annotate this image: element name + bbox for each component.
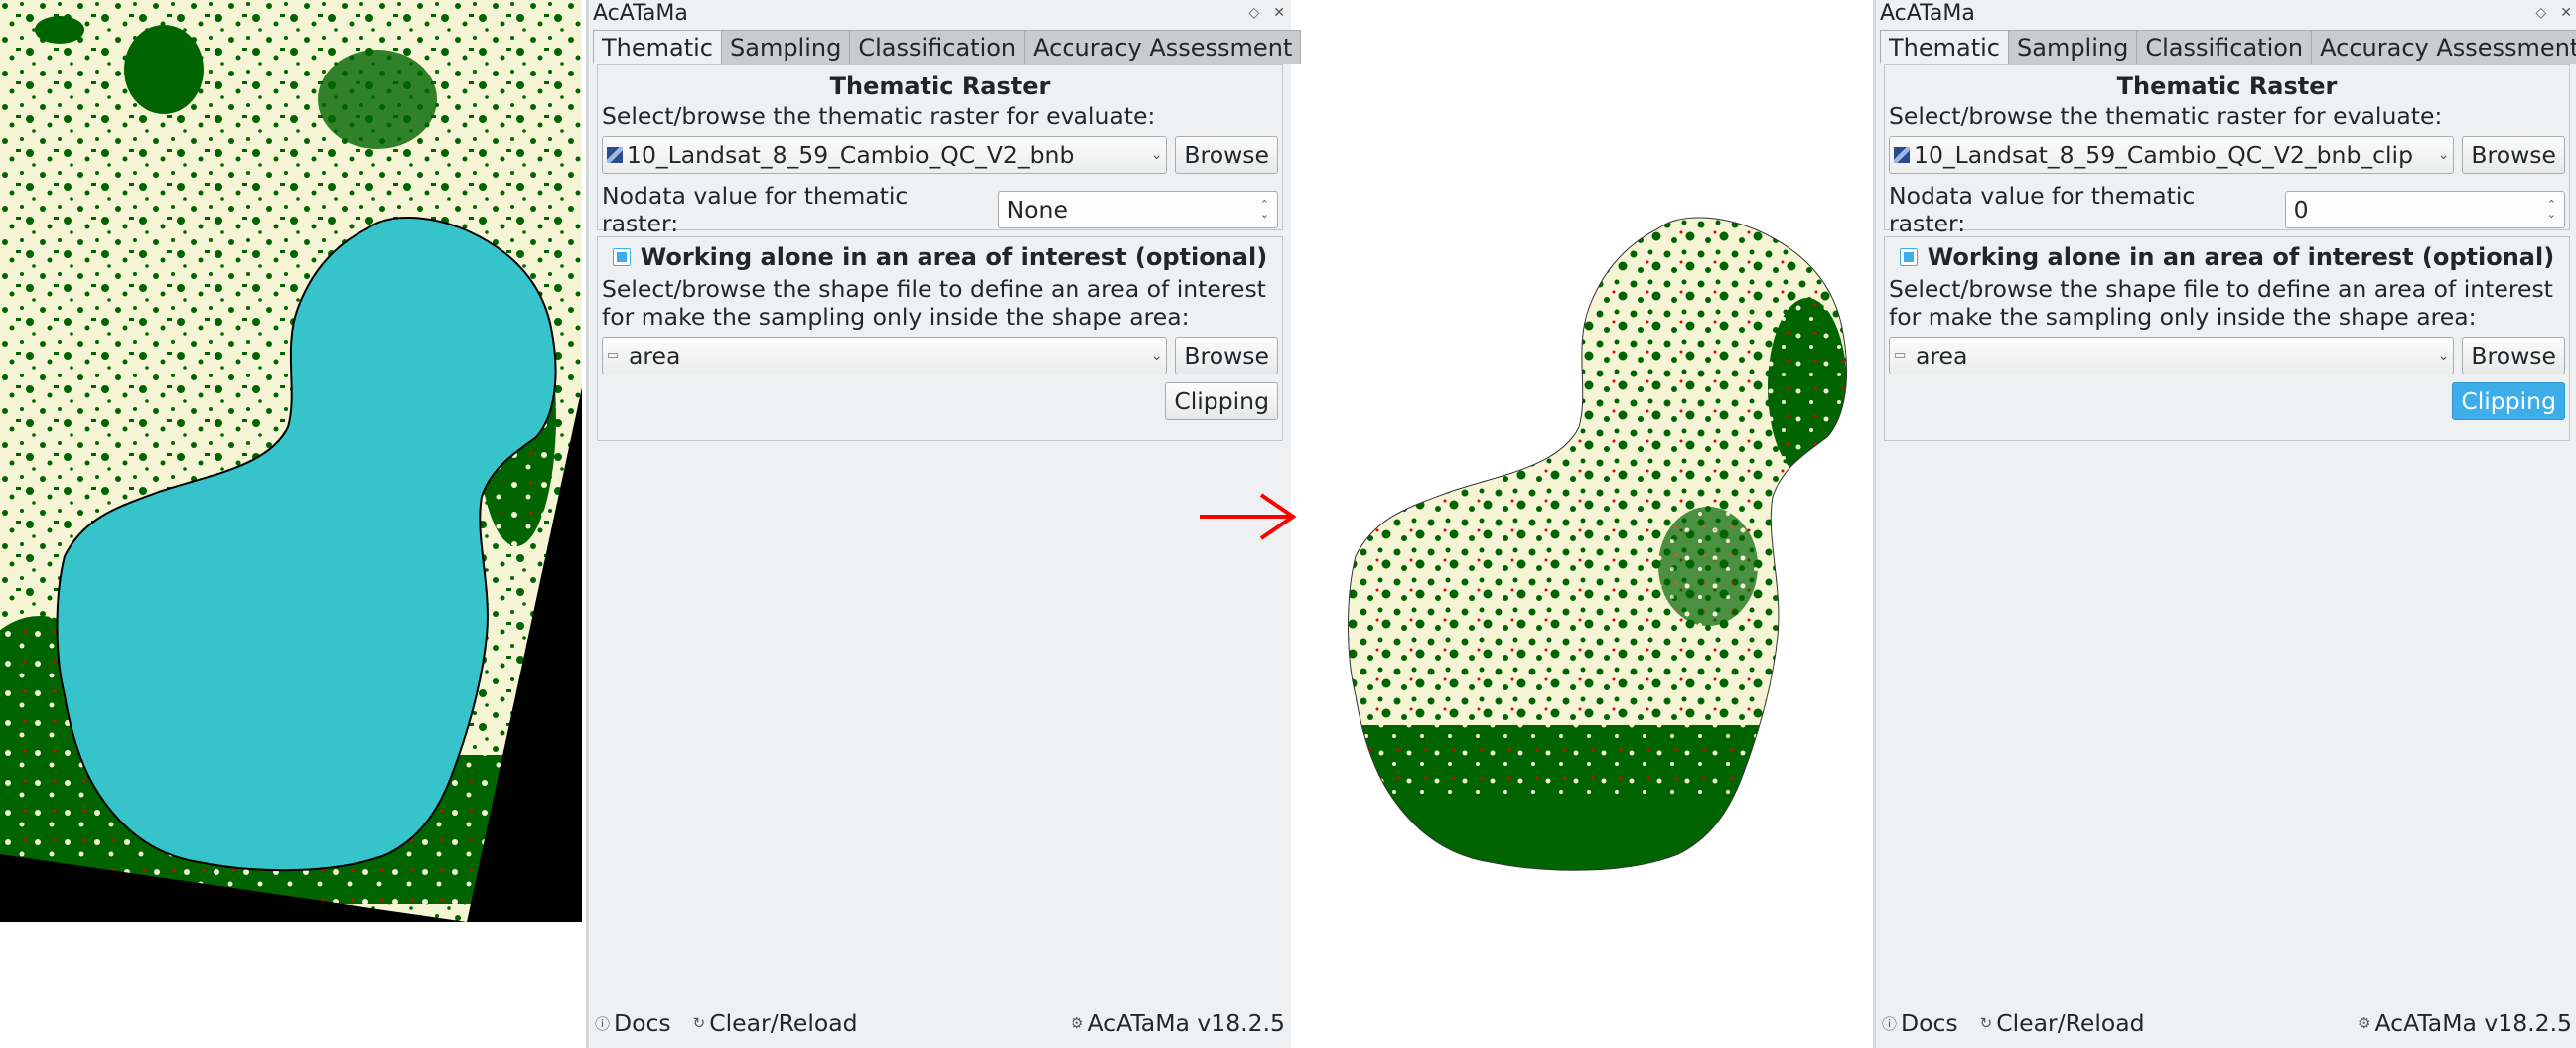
docs-label: Docs [614,1009,671,1037]
tab-thematic[interactable]: Thematic [1880,30,2009,64]
aoi-shape-value: area [1916,342,1968,370]
float-icon[interactable]: ◇ [1248,5,1259,21]
aoi-description: Select/browse the shape file to define a… [602,275,1266,331]
select-raster-label: Select/browse the thematic raster for ev… [1889,102,2443,130]
nodata-label: Nodata value for thematic raster: [1889,182,2196,237]
clipping-button[interactable]: Clipping [1165,382,1278,420]
tab-bar: Thematic Sampling Classification Accurac… [593,30,1302,64]
clear-reload-label: Clear/Reload [709,1009,858,1037]
browse-shape-button[interactable]: Browse [2462,337,2565,374]
thematic-raster-select[interactable]: 10_Landsat_8_59_Cambio_QC_V2_bnb ⌄ [602,136,1168,174]
chevron-down-icon: ⌄ [1150,348,1163,364]
nodata-value: 0 [2293,196,2309,224]
plugin-icon: ⚙ [1071,1014,1084,1032]
close-icon[interactable]: ✕ [1273,5,1285,21]
reload-icon: ↻ [1979,1014,1993,1032]
dock-titlebar[interactable]: AcATaMa ◇ ✕ [589,0,1291,26]
info-icon: ⓘ [595,1014,611,1033]
nodata-spinbox[interactable]: None ⌃ ⌄ [997,191,1278,228]
tab-classification[interactable]: Classification [2136,30,2313,64]
nodata-label: Nodata value for thematic raster: [602,182,909,237]
reload-icon: ↻ [692,1014,706,1032]
aoi-shape-select[interactable]: ▭ area ⌄ [602,337,1168,374]
aoi-description: Select/browse the shape file to define a… [1889,275,2553,331]
vector-layer-icon: ▭ [607,348,620,363]
clipping-button[interactable]: Clipping [2452,382,2565,420]
tab-classification[interactable]: Classification [849,30,1026,64]
chevron-down-icon: ⌄ [2437,147,2450,163]
vector-layer-icon: ▭ [1894,348,1907,363]
thematic-raster-value: 10_Landsat_8_59_Cambio_QC_V2_bnb_clip [1914,141,2414,169]
nodata-value: None [1006,196,1068,224]
raster-layer-icon [607,147,623,163]
aoi-checkbox-label[interactable]: Working alone in an area of interest (op… [641,243,1267,271]
tab-accuracy-assessment[interactable]: Accuracy Assessment [2311,30,2576,64]
clear-reload-button[interactable]: ↻ Clear/Reload [693,1009,858,1037]
clear-reload-label: Clear/Reload [1996,1009,2145,1037]
chevron-down-icon: ⌄ [1150,147,1163,163]
tab-bar: Thematic Sampling Classification Accurac… [1880,30,2576,64]
forest-patch [124,25,204,114]
docs-link[interactable]: ⓘ Docs [595,1009,671,1037]
aoi-shape-select[interactable]: ▭ area ⌄ [1889,337,2455,374]
aoi-group: Working alone in an area of interest (op… [597,236,1283,441]
group-title: Thematic Raster [829,73,1051,100]
aoi-checkbox[interactable] [1899,248,1918,266]
spin-arrows-icon[interactable]: ⌃ ⌄ [2547,199,2556,220]
spin-arrows-icon[interactable]: ⌃ ⌄ [1260,199,1269,220]
window-title: AcATaMa [593,0,688,26]
acatama-panel-after: AcATaMa ◇ ✕ Thematic Sampling Classifica… [1873,0,2576,1048]
version-label: AcATaMa v18.2.5 [1087,1009,1286,1037]
map-canvas-original[interactable] [0,0,582,924]
chevron-down-icon: ⌄ [2437,348,2450,364]
browse-raster-button[interactable]: Browse [1175,136,1278,174]
plugin-icon: ⚙ [2358,1014,2371,1032]
close-icon[interactable]: ✕ [2560,5,2572,21]
float-icon[interactable]: ◇ [2535,5,2546,21]
thematic-raster-group: Thematic Raster Select/browse the themat… [597,64,1283,237]
aoi-checkbox-label[interactable]: Working alone in an area of interest (op… [1928,243,2554,271]
forest-patch [318,50,437,149]
version-link[interactable]: ⚙ AcATaMa v18.2.5 [2358,1009,2572,1037]
transition-arrow-icon [1192,487,1301,550]
group-title: Thematic Raster [2116,73,2338,100]
dock-titlebar[interactable]: AcATaMa ◇ ✕ [1876,0,2576,26]
panel-footer: ⓘ Docs ↻ Clear/Reload ⚙ AcATaMa v18.2.5 [589,1008,1291,1038]
aoi-group: Working alone in an area of interest (op… [1884,236,2570,441]
nodata-spinbox[interactable]: 0 ⌃ ⌄ [2284,191,2565,228]
info-icon: ⓘ [1882,1014,1898,1033]
tab-sampling[interactable]: Sampling [721,30,851,64]
window-title: AcATaMa [1880,0,1975,26]
version-link[interactable]: ⚙ AcATaMa v18.2.5 [1071,1009,1285,1037]
forest-patch [35,16,84,44]
aoi-shape-value: area [629,342,681,370]
panel-footer: ⓘ Docs ↻ Clear/Reload ⚙ AcATaMa v18.2.5 [1876,1008,2576,1038]
docs-link[interactable]: ⓘ Docs [1882,1009,1958,1037]
thematic-raster-value: 10_Landsat_8_59_Cambio_QC_V2_bnb [627,141,1074,169]
raster-layer-icon [1894,147,1910,163]
canvas-blank-area [0,922,582,924]
select-raster-label: Select/browse the thematic raster for ev… [602,102,1156,130]
tab-sampling[interactable]: Sampling [2008,30,2138,64]
browse-raster-button[interactable]: Browse [2462,136,2565,174]
aoi-checkbox[interactable] [612,248,631,266]
map-canvas-clipped[interactable] [1291,189,1887,904]
acatama-panel-before: AcATaMa ◇ ✕ Thematic Sampling Classifica… [586,0,1302,1048]
clipped-raster-layer [1348,217,1847,871]
tab-accuracy-assessment[interactable]: Accuracy Assessment [1024,30,1302,64]
tab-thematic[interactable]: Thematic [593,30,722,64]
clear-reload-button[interactable]: ↻ Clear/Reload [1980,1009,2145,1037]
docs-label: Docs [1901,1009,1958,1037]
thematic-raster-group: Thematic Raster Select/browse the themat… [1884,64,2570,237]
version-label: AcATaMa v18.2.5 [2374,1009,2573,1037]
browse-shape-button[interactable]: Browse [1175,337,1278,374]
thematic-raster-select[interactable]: 10_Landsat_8_59_Cambio_QC_V2_bnb_clip ⌄ [1889,136,2455,174]
